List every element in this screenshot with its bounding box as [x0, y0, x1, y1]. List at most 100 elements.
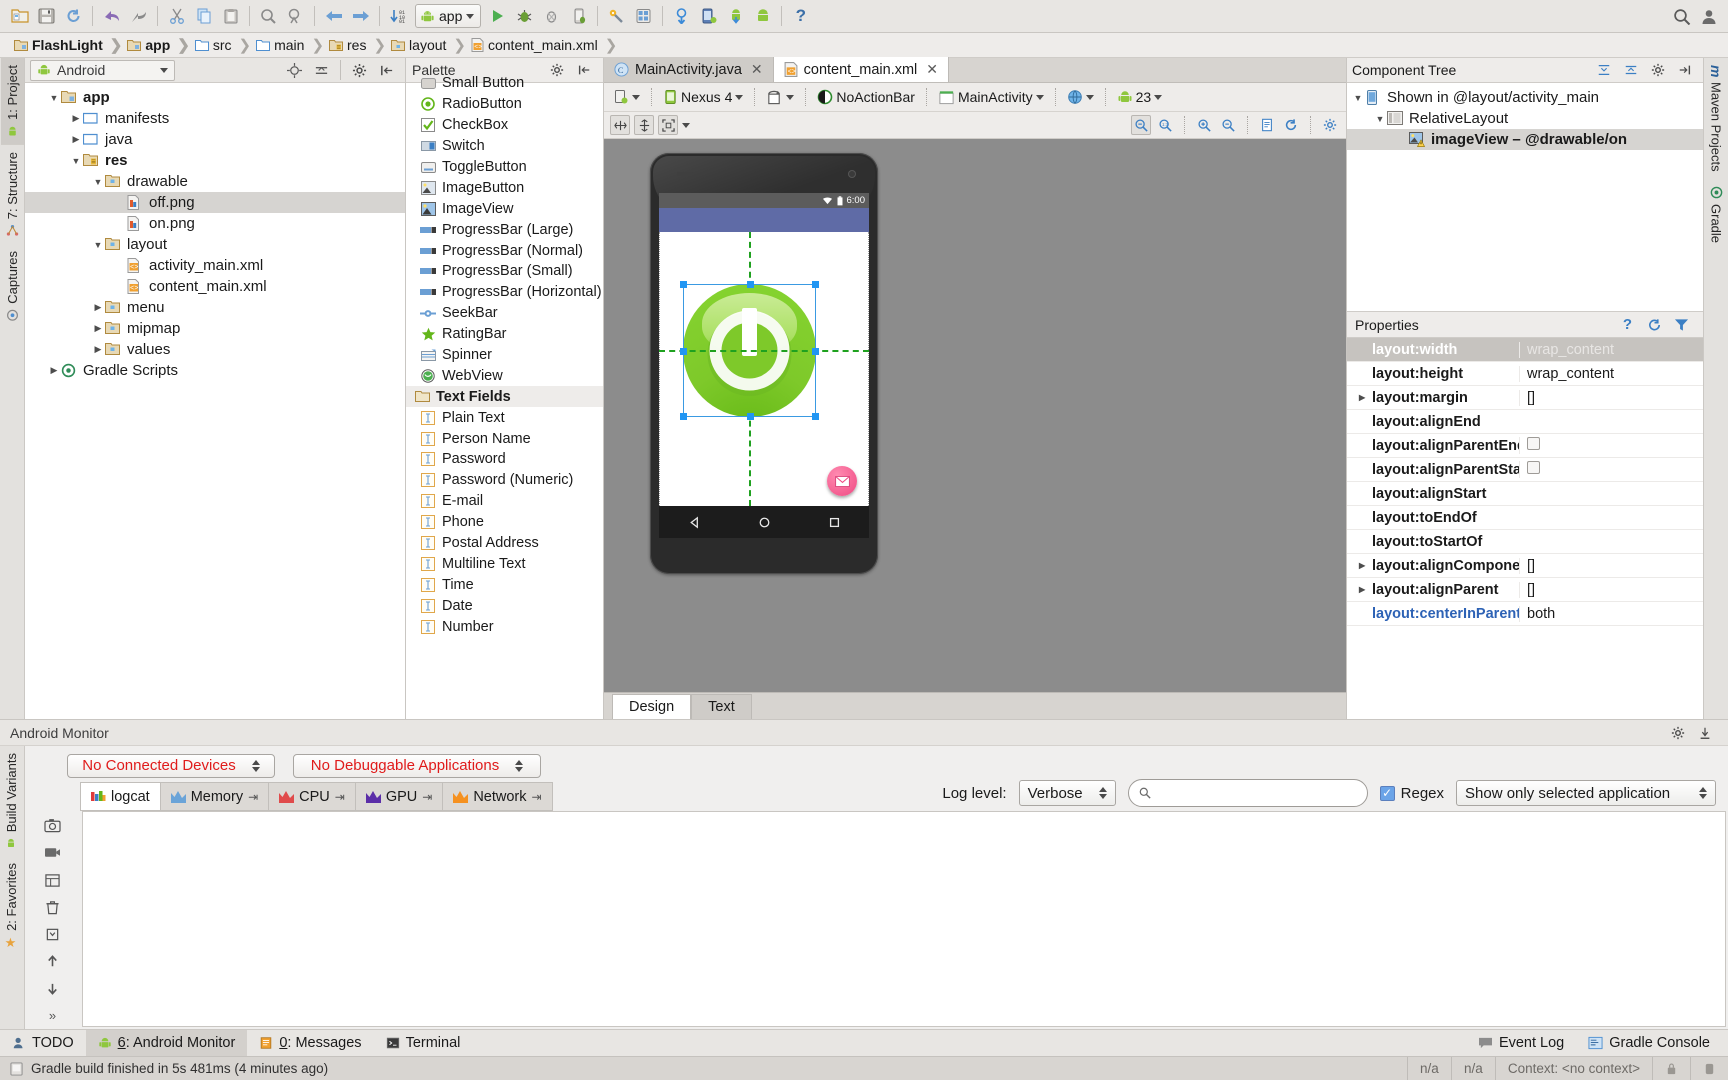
- property-row-layout-alignend[interactable]: layout:alignEnd: [1347, 410, 1703, 434]
- copy-icon[interactable]: [190, 4, 217, 29]
- tree-toggle-right-icon[interactable]: ▶: [1359, 561, 1372, 570]
- tree-toggle-down-icon[interactable]: ▼: [91, 177, 105, 187]
- breadcrumb-item-src[interactable]: src ❯: [195, 36, 256, 54]
- tree-item-manifests[interactable]: ▶manifests: [25, 108, 405, 129]
- palette-item-person-name[interactable]: Person Name: [406, 428, 603, 449]
- palette-item-radiobutton[interactable]: RadioButton: [406, 94, 603, 115]
- resize-handle-nw[interactable]: [680, 281, 687, 288]
- gear-icon[interactable]: [1644, 58, 1671, 83]
- monitor-tab-cpu[interactable]: CPU⇥: [268, 782, 355, 811]
- expand-all-icon[interactable]: [1590, 58, 1617, 83]
- tab-design[interactable]: Design: [612, 694, 691, 719]
- breadcrumb-item-flashlight[interactable]: FlashLight ❯: [14, 36, 127, 54]
- resize-handle-n[interactable]: [747, 281, 754, 288]
- selection-box[interactable]: [683, 284, 816, 417]
- property-row-layout-aligncomponent[interactable]: ▶layout:alignComponent[]: [1347, 554, 1703, 578]
- detach-icon[interactable]: ⇥: [532, 790, 542, 804]
- property-value-cell[interactable]: wrap_content: [1519, 366, 1703, 382]
- spinner-arrows-icon[interactable]: [252, 760, 260, 772]
- tree-item-menu[interactable]: ▶menu: [25, 297, 405, 318]
- tree-item-java[interactable]: ▶java: [25, 129, 405, 150]
- chevron-down-icon[interactable]: [1086, 95, 1094, 100]
- palette-item-spinner[interactable]: Spinner: [406, 345, 603, 366]
- palette-item-e-mail[interactable]: E-mail: [406, 491, 603, 512]
- tree-item-res[interactable]: ▼res: [25, 150, 405, 171]
- tree-toggle-right-icon[interactable]: ▶: [91, 344, 105, 355]
- hide-panel-icon[interactable]: [1691, 720, 1718, 745]
- tree-item-gradle-scripts[interactable]: ▶Gradle Scripts: [25, 360, 405, 381]
- coverage-icon[interactable]: [538, 4, 565, 29]
- property-row-layout-tostartof[interactable]: layout:toStartOf: [1347, 530, 1703, 554]
- theme-selector[interactable]: NoActionBar: [814, 87, 918, 107]
- activity-selector[interactable]: MainActivity: [935, 87, 1047, 107]
- tree-toggle-right-icon[interactable]: ▶: [69, 113, 83, 124]
- preview-settings-icon[interactable]: [1320, 115, 1340, 135]
- breadcrumb-item-res[interactable]: res ❯: [329, 36, 391, 54]
- tree-toggle-right-icon[interactable]: ▶: [47, 365, 61, 376]
- tree-item-activity-main-xml[interactable]: <>activity_main.xml: [25, 255, 405, 276]
- design-canvas[interactable]: 6:00: [604, 139, 1346, 692]
- palette-item-webview[interactable]: WebView: [406, 365, 603, 386]
- refresh-icon[interactable]: [1281, 115, 1301, 135]
- sdk-manager-icon[interactable]: [603, 4, 630, 29]
- save-all-icon[interactable]: [33, 4, 60, 29]
- palette-item-progressbar-large-[interactable]: ProgressBar (Large): [406, 219, 603, 240]
- gear-icon[interactable]: [346, 58, 373, 83]
- close-icon[interactable]: ✕: [926, 61, 938, 78]
- navigate-forward-icon[interactable]: [347, 4, 374, 29]
- screenshot-icon[interactable]: [41, 815, 65, 836]
- detach-icon[interactable]: ⇥: [422, 790, 432, 804]
- chevron-down-icon[interactable]: [682, 123, 690, 128]
- resize-handle-sw[interactable]: [680, 413, 687, 420]
- breadcrumb-item-layout[interactable]: layout ❯: [391, 36, 471, 54]
- avd-device-icon[interactable]: [695, 4, 722, 29]
- hide-panel-icon[interactable]: [1671, 58, 1698, 83]
- chevron-down-icon[interactable]: [1154, 95, 1162, 100]
- chevron-down-icon[interactable]: [632, 95, 640, 100]
- clear-logcat-icon[interactable]: [41, 897, 65, 918]
- property-row-layout-alignparent[interactable]: ▶layout:alignParent[]: [1347, 578, 1703, 602]
- sidebar-item-structure[interactable]: 7: Structure: [1, 145, 24, 244]
- down-icon[interactable]: [41, 978, 65, 999]
- palette-item-imagebutton[interactable]: ImageButton: [406, 177, 603, 198]
- search-input[interactable]: [1157, 785, 1357, 801]
- locale-selector[interactable]: [1064, 87, 1097, 107]
- help-button[interactable]: ?: [787, 4, 814, 29]
- undo-icon[interactable]: [98, 4, 125, 29]
- open-folder-icon[interactable]: [6, 4, 33, 29]
- palette-item-date[interactable]: Date: [406, 595, 603, 616]
- palette-item-imageview[interactable]: ImageView: [406, 198, 603, 219]
- monitor-tab-network[interactable]: Network⇥: [442, 782, 552, 811]
- palette-item-progressbar-small-[interactable]: ProgressBar (Small): [406, 261, 603, 282]
- android-device-monitor-icon[interactable]: [749, 4, 776, 29]
- more-options-icon[interactable]: »: [41, 1005, 65, 1026]
- tree-toggle-right-icon[interactable]: ▶: [1359, 585, 1372, 594]
- palette-item-togglebutton[interactable]: ToggleButton: [406, 157, 603, 178]
- breadcrumb-item-main[interactable]: main ❯: [256, 36, 329, 54]
- tree-toggle-down-icon[interactable]: ▼: [91, 240, 105, 250]
- tree-toggle-down-icon[interactable]: ▼: [69, 156, 83, 166]
- run-configuration-selector[interactable]: app: [415, 4, 481, 28]
- chevron-down-icon[interactable]: [466, 14, 474, 19]
- tree-toggle-right-icon[interactable]: ▶: [69, 134, 83, 145]
- navigate-back-icon[interactable]: [320, 4, 347, 29]
- palette-item-multiline-text[interactable]: Multiline Text: [406, 553, 603, 574]
- tree-item-content-main-xml[interactable]: <>content_main.xml: [25, 276, 405, 297]
- properties-table[interactable]: layout:widthwrap_contentlayout:heightwra…: [1347, 338, 1703, 719]
- tree-toggle-down-icon[interactable]: ▼: [1373, 114, 1387, 124]
- floating-action-button[interactable]: [827, 466, 857, 496]
- device-config-button[interactable]: [610, 87, 643, 107]
- find-icon[interactable]: [255, 4, 282, 29]
- layout-inspector-icon[interactable]: [41, 869, 65, 890]
- property-value-cell[interactable]: []: [1519, 582, 1703, 598]
- screen-record-icon[interactable]: [41, 842, 65, 863]
- compile-icon[interactable]: 011001: [385, 4, 412, 29]
- restore-defaults-icon[interactable]: [1641, 312, 1668, 337]
- render-log-icon[interactable]: [1257, 115, 1277, 135]
- sidebar-item-gradle[interactable]: Gradle: [1705, 179, 1728, 250]
- search-everywhere-icon[interactable]: [1668, 4, 1695, 29]
- tree-toggle-down-icon[interactable]: ▼: [47, 93, 61, 103]
- palette-item-password[interactable]: Password: [406, 449, 603, 470]
- tree-item-drawable[interactable]: ▼drawable: [25, 171, 405, 192]
- sdk-update-icon[interactable]: [722, 4, 749, 29]
